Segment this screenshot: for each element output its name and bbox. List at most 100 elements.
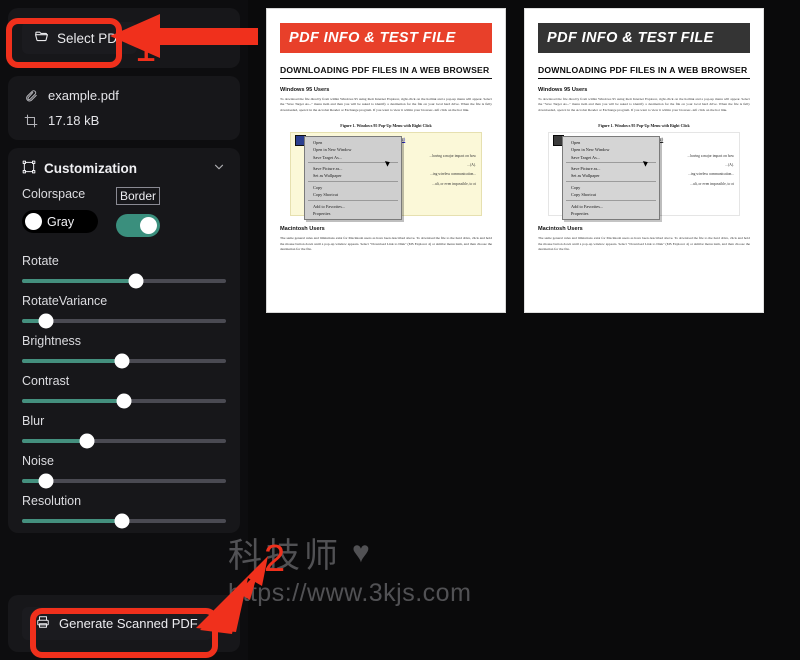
context-menu-item: Set as Wallpaper xyxy=(571,173,600,179)
context-menu-item: Open xyxy=(313,139,323,145)
doc-banner: PDF INFO & TEST FILE xyxy=(280,23,492,53)
slider-label: Blur xyxy=(22,414,45,428)
slider-handle[interactable] xyxy=(128,273,144,289)
menu-separator xyxy=(308,181,398,183)
file-info-card: example.pdf 17.18 kB xyxy=(8,76,240,140)
doc-section2-title: Macintosh Users xyxy=(280,225,325,232)
slider-noise: Noise xyxy=(22,454,226,489)
colorspace-toggle[interactable]: Gray xyxy=(22,210,98,233)
doc-heading: DOWNLOADING PDF FILES IN A WEB BROWSER xyxy=(538,65,750,79)
slider-handle[interactable] xyxy=(116,393,132,409)
border-toggle[interactable] xyxy=(116,214,160,237)
slider-fill xyxy=(22,439,88,443)
context-menu-item: Set as Wallpaper xyxy=(313,173,342,179)
colorspace-label: Colorspace xyxy=(22,187,86,201)
select-pdf-label: Select PDF xyxy=(57,30,126,46)
slider-fill xyxy=(22,399,124,403)
doc-figure: Download Article in PDF Format (175 k) .… xyxy=(548,131,740,221)
menu-separator xyxy=(566,199,656,201)
doc-section1-body: To download the file directly from withi… xyxy=(538,96,750,113)
slider-track[interactable] xyxy=(22,313,226,329)
doc-section2-body: The same general rules and limitations e… xyxy=(280,235,492,252)
doc-content: PDF INFO & TEST FILE DOWNLOADING PDF FIL… xyxy=(525,9,763,253)
doc-section1-body: To download the file directly from withi… xyxy=(280,96,492,113)
crop-frame-icon xyxy=(24,114,38,128)
slider-contrast: Contrast xyxy=(22,374,226,409)
doc-content: PDF INFO & TEST FILE DOWNLOADING PDF FIL… xyxy=(267,9,505,253)
doc-heading: DOWNLOADING PDF FILES IN A WEB BROWSER xyxy=(280,65,492,79)
slider-handle[interactable] xyxy=(114,353,130,369)
pdf-preview-scanned[interactable]: PDF INFO & TEST FILE DOWNLOADING PDF FIL… xyxy=(524,8,764,313)
slider-blur: Blur xyxy=(22,414,226,449)
menu-separator xyxy=(308,162,398,164)
context-menu-item: Copy xyxy=(313,184,323,190)
slider-handle[interactable] xyxy=(114,513,130,529)
slider-track[interactable] xyxy=(22,513,226,529)
folder-open-icon xyxy=(34,29,49,47)
toggle-knob xyxy=(140,217,157,234)
slider-label: Resolution xyxy=(22,494,82,508)
context-menu-item: Open in New Window xyxy=(571,147,610,153)
context-menu-item: Copy Shortcut xyxy=(571,192,596,198)
chevron-down-icon[interactable] xyxy=(212,160,226,177)
file-size: 17.18 kB xyxy=(48,113,100,128)
select-pdf-button[interactable]: Select PDF xyxy=(22,22,138,54)
slider-brightness: Brightness xyxy=(22,334,226,369)
customization-title: Customization xyxy=(44,161,137,176)
slider-resolution: Resolution xyxy=(22,494,226,529)
generate-scanned-pdf-button[interactable]: Generate Scanned PDF xyxy=(22,607,212,640)
preview-area: PDF INFO & TEST FILE DOWNLOADING PDF FIL… xyxy=(248,0,800,660)
slider-label: Rotate xyxy=(22,254,59,268)
slider-handle[interactable] xyxy=(38,313,54,329)
context-menu-item: Open xyxy=(571,139,581,145)
printer-icon xyxy=(36,615,50,632)
select-pdf-card: Select PDF xyxy=(8,8,240,68)
app-root: Select PDF example.pdf 17.18 kB Customiz… xyxy=(0,0,800,660)
border-option: Border xyxy=(116,187,161,237)
transform-icon xyxy=(22,160,36,177)
slider-track[interactable] xyxy=(22,473,226,489)
generate-card: Generate Scanned PDF xyxy=(8,595,240,652)
paperclip-icon xyxy=(24,89,38,103)
slider-track[interactable] xyxy=(22,273,226,289)
context-menu-item: Copy Shortcut xyxy=(313,192,338,198)
slider-label: Noise xyxy=(22,454,54,468)
context-menu-item: Copy xyxy=(571,184,581,190)
context-menu-item: Add to Favorites... xyxy=(571,203,604,209)
doc-section2-body: The same general rules and limitations e… xyxy=(538,235,750,252)
slider-rotatevariance: RotateVariance xyxy=(22,294,226,329)
slider-track[interactable] xyxy=(22,433,226,449)
generate-label: Generate Scanned PDF xyxy=(59,616,198,631)
slider-handle[interactable] xyxy=(38,473,54,489)
slider-label: Contrast xyxy=(22,374,70,388)
context-menu-item: Open in New Window xyxy=(313,147,352,153)
menu-separator xyxy=(566,181,656,183)
colorspace-option: Colorspace Gray xyxy=(22,187,98,237)
file-size-row: 17.18 kB xyxy=(24,113,224,128)
slider-fill xyxy=(22,359,122,363)
slider-rotate: Rotate xyxy=(22,254,226,289)
toggle-options: Colorspace Gray Border xyxy=(8,187,240,237)
border-label: Border xyxy=(116,187,161,205)
slider-track[interactable] xyxy=(22,353,226,369)
pdf-preview-original[interactable]: PDF INFO & TEST FILE DOWNLOADING PDF FIL… xyxy=(266,8,506,313)
sidebar: Select PDF example.pdf 17.18 kB Customiz… xyxy=(0,0,248,660)
doc-banner: PDF INFO & TEST FILE xyxy=(538,23,750,53)
slider-fill xyxy=(22,279,137,283)
doc-figure-caption: Figure 1. Windows 95 Pop-Up Menu with Ri… xyxy=(340,122,432,128)
file-name: example.pdf xyxy=(48,88,119,103)
toggle-knob xyxy=(25,213,42,230)
context-menu: Open Open in New Window Save Target As... S… xyxy=(304,135,402,221)
slider-track[interactable] xyxy=(22,393,226,409)
context-menu: Open Open in New Window Save Target As... S… xyxy=(562,135,660,221)
slider-list: Rotate RotateVariance Brightness Contrast Bl… xyxy=(8,237,240,529)
menu-separator xyxy=(566,162,656,164)
slider-fill xyxy=(22,519,122,523)
slider-handle[interactable] xyxy=(79,433,95,449)
context-menu-item: Add to Favorites... xyxy=(313,203,346,209)
file-name-row: example.pdf xyxy=(24,88,224,103)
customization-header[interactable]: Customization xyxy=(8,160,240,187)
doc-section2-title: Macintosh Users xyxy=(538,225,583,232)
menu-separator xyxy=(308,199,398,201)
doc-section1-title: Windows 95 Users xyxy=(280,86,330,93)
